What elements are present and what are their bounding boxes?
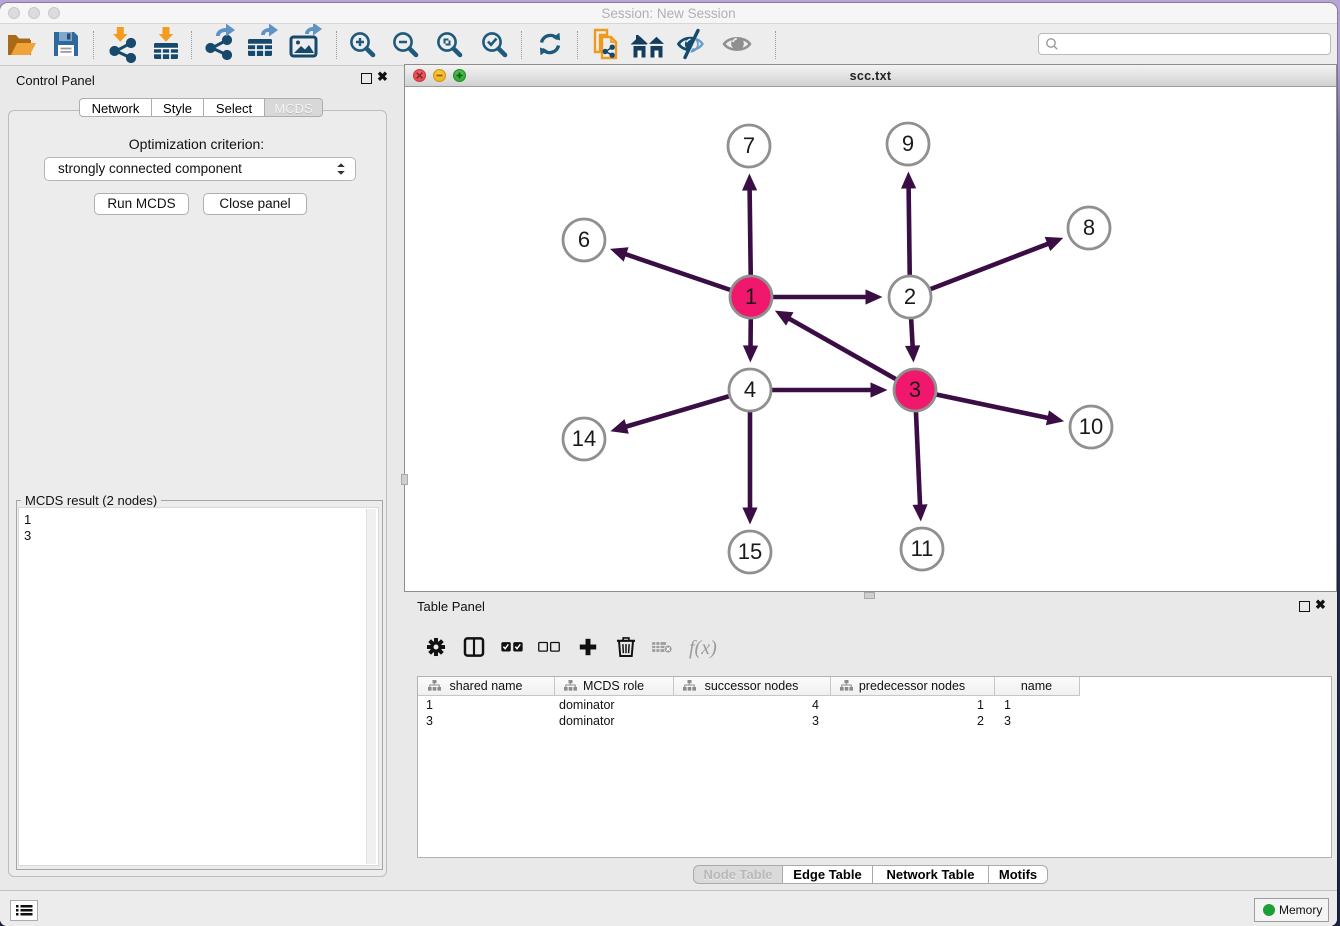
svg-text:7: 7 xyxy=(743,133,755,158)
svg-text:14: 14 xyxy=(572,426,596,451)
svg-text:8: 8 xyxy=(1083,215,1095,240)
svg-text:9: 9 xyxy=(902,131,914,156)
svg-text:4: 4 xyxy=(744,377,756,402)
svg-text:10: 10 xyxy=(1079,414,1103,439)
svg-text:2: 2 xyxy=(904,284,916,309)
svg-text:3: 3 xyxy=(909,377,921,402)
svg-text:6: 6 xyxy=(578,227,590,252)
svg-text:15: 15 xyxy=(738,539,762,564)
svg-text:1: 1 xyxy=(745,284,757,309)
svg-text:11: 11 xyxy=(911,536,934,561)
svg-text:f(x): f(x) xyxy=(689,637,717,659)
